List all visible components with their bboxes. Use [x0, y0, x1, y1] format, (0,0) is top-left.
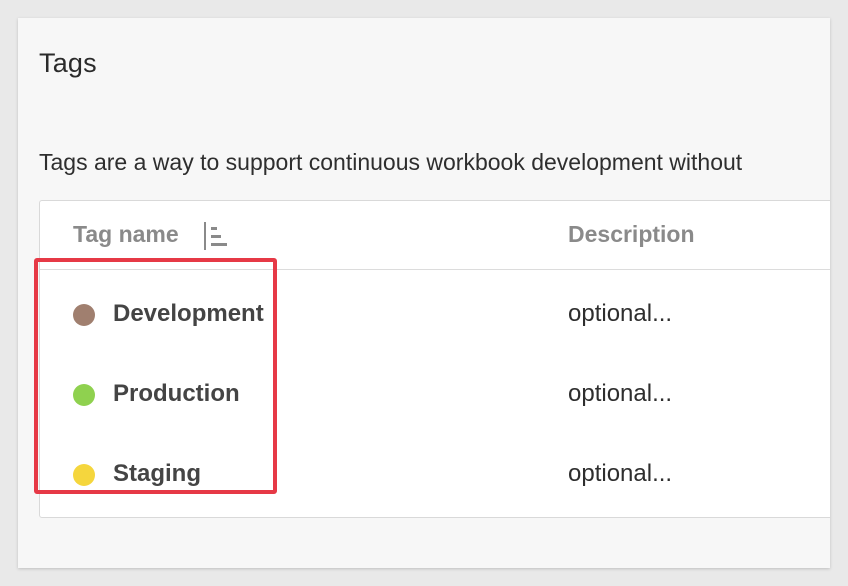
tag-name[interactable]: Development [113, 300, 264, 328]
tag-description[interactable]: optional... [568, 460, 672, 488]
tag-description[interactable]: optional... [568, 380, 672, 408]
page-title: Tags [39, 48, 97, 78]
sort-icon[interactable] [203, 220, 231, 252]
tag-color-dot-icon [73, 384, 95, 406]
tag-description[interactable]: optional... [568, 300, 672, 328]
column-header-description[interactable]: Description [568, 221, 695, 248]
tag-color-dot-icon [73, 304, 95, 326]
tag-color-dot-icon [73, 464, 95, 486]
table-row[interactable]: Development optional... [40, 274, 830, 354]
tags-table: Tag name Description Development optiona… [39, 200, 830, 518]
tag-name[interactable]: Staging [113, 460, 201, 488]
table-header: Tag name Description [40, 201, 830, 270]
table-row[interactable]: Staging optional... [40, 434, 830, 514]
tags-panel: Tags Tags are a way to support continuou… [18, 18, 830, 568]
tags-description: Tags are a way to support continuous wor… [39, 149, 743, 175]
tag-name[interactable]: Production [113, 380, 240, 408]
column-header-tag-name[interactable]: Tag name [73, 221, 179, 248]
table-row[interactable]: Production optional... [40, 354, 830, 434]
